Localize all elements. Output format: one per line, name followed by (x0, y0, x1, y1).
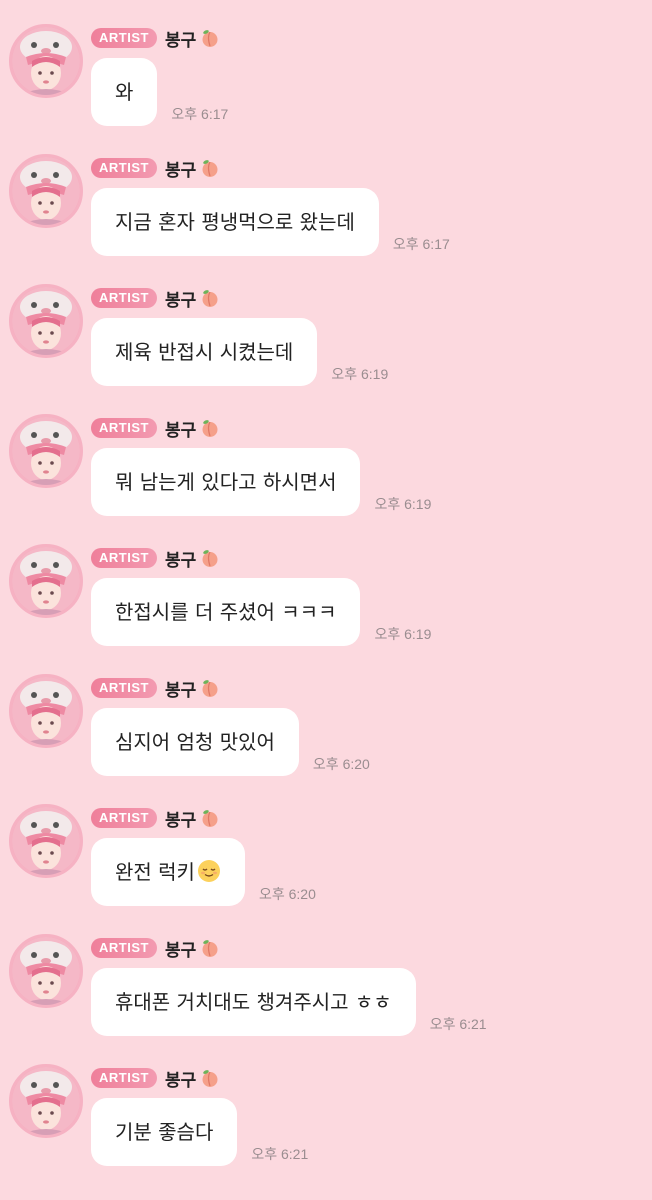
peach-icon (202, 810, 218, 827)
chat-message: ARTIST 봉구 뭐 남는게 있다고 하시면서 오후 6:19 (0, 390, 652, 520)
message-time: 오후 6:21 (251, 1146, 309, 1162)
artist-badge: ARTIST (91, 418, 157, 438)
message-header: ARTIST 봉구 (91, 676, 220, 701)
avatar-illustration-icon (12, 417, 80, 485)
message-header: ARTIST 봉구 (91, 26, 220, 51)
message-header: ARTIST 봉구 (91, 1066, 220, 1091)
message-bubble[interactable]: 지금 혼자 평냉먹으로 왔는데 (91, 188, 379, 256)
sender-name: 봉구 (164, 550, 197, 571)
chat-message: ARTIST 봉구 기분 좋슴다 오후 6:21 (0, 1040, 652, 1170)
sender-name: 봉구 (164, 680, 197, 701)
avatar-illustration-icon (12, 547, 80, 615)
sender-name: 봉구 (164, 160, 197, 181)
peach-icon (202, 550, 218, 567)
peach-icon (202, 30, 218, 47)
message-time: 오후 6:19 (374, 496, 432, 512)
message-row: 기분 좋슴다 오후 6:21 (91, 1098, 308, 1166)
sender-name: 봉구 (164, 290, 197, 311)
message-header: ARTIST 봉구 (91, 416, 220, 441)
message-bubble[interactable]: 제육 반접시 시켰는데 (91, 318, 318, 386)
avatar-illustration-icon (12, 27, 80, 95)
avatar-illustration-icon (12, 157, 80, 225)
message-bubble[interactable]: 한접시를 더 주셨어 ㅋㅋㅋ (91, 578, 361, 646)
peach-icon (202, 940, 218, 957)
avatar[interactable] (9, 544, 83, 618)
message-time: 오후 6:17 (171, 106, 229, 122)
message-header: ARTIST 봉구 (91, 286, 220, 311)
chat-message-list[interactable]: ARTIST 봉구 와 오후 6:17 ARTIST 봉구 지금 혼자 평냉먹으… (0, 0, 652, 1200)
avatar-illustration-icon (12, 1067, 80, 1135)
chat-message: ARTIST 봉구 제육 반접시 시켰는데 오후 6:19 (0, 260, 652, 390)
avatar[interactable] (9, 1064, 83, 1138)
avatar[interactable] (9, 804, 83, 878)
relieved-face-icon (197, 860, 220, 882)
message-bubble[interactable]: 와 (91, 58, 158, 126)
peach-icon (202, 160, 218, 177)
sender-name: 봉구 (164, 1070, 197, 1091)
artist-badge: ARTIST (91, 678, 157, 698)
message-row: 완전 럭키 오후 6:20 (91, 838, 316, 906)
peach-icon (202, 680, 218, 697)
message-header: ARTIST 봉구 (91, 806, 220, 831)
message-time: 오후 6:20 (258, 886, 316, 902)
avatar[interactable] (9, 934, 83, 1008)
avatar-illustration-icon (12, 807, 80, 875)
sender-name: 봉구 (164, 420, 197, 441)
message-row: 와 오후 6:17 (91, 58, 228, 126)
message-time: 오후 6:17 (392, 236, 450, 252)
message-time: 오후 6:19 (331, 366, 389, 382)
artist-badge: ARTIST (91, 938, 157, 958)
message-row: 심지어 엄청 맛있어 오후 6:20 (91, 708, 370, 776)
chat-message: ARTIST 봉구 완전 럭키 오후 6:20 (0, 780, 652, 910)
message-row: 제육 반접시 시켰는데 오후 6:19 (91, 318, 388, 386)
chat-message: ARTIST 봉구 휴대폰 거치대도 챙겨주시고 ㅎㅎ 오후 6:21 (0, 910, 652, 1040)
message-bubble[interactable]: 완전 럭키 (91, 838, 245, 906)
message-bubble[interactable]: 심지어 엄청 맛있어 (91, 708, 299, 776)
message-bubble[interactable]: 뭐 남는게 있다고 하시면서 (91, 448, 361, 516)
avatar-illustration-icon (12, 287, 80, 355)
sender-name: 봉구 (164, 940, 197, 961)
sender-name: 봉구 (164, 810, 197, 831)
artist-badge: ARTIST (91, 288, 157, 308)
avatar-illustration-icon (12, 677, 80, 745)
artist-badge: ARTIST (91, 28, 157, 48)
artist-badge: ARTIST (91, 158, 157, 178)
sender-name: 봉구 (164, 30, 197, 51)
message-row: 뭐 남는게 있다고 하시면서 오후 6:19 (91, 448, 431, 516)
message-row: 휴대폰 거치대도 챙겨주시고 ㅎㅎ 오후 6:21 (91, 968, 487, 1036)
message-time: 오후 6:21 (429, 1016, 487, 1032)
artist-badge: ARTIST (91, 548, 157, 568)
chat-message: ARTIST 봉구 한접시를 더 주셨어 ㅋㅋㅋ 오후 6:19 (0, 520, 652, 650)
message-bubble[interactable]: 기분 좋슴다 (91, 1098, 238, 1166)
message-time: 오후 6:19 (374, 626, 432, 642)
message-header: ARTIST 봉구 (91, 936, 220, 961)
chat-message: ARTIST 봉구 심지어 엄청 맛있어 오후 6:20 (0, 650, 652, 780)
message-text: 완전 럭키 (115, 860, 195, 884)
message-time: 오후 6:20 (312, 756, 370, 772)
peach-icon (202, 1070, 218, 1087)
message-header: ARTIST 봉구 (91, 156, 220, 181)
message-row: 한접시를 더 주셨어 ㅋㅋㅋ 오후 6:19 (91, 578, 431, 646)
message-header: ARTIST 봉구 (91, 546, 220, 571)
chat-message: ARTIST 봉구 와 오후 6:17 (0, 0, 652, 130)
avatar[interactable] (9, 284, 83, 358)
peach-icon (202, 420, 218, 437)
avatar[interactable] (9, 154, 83, 228)
artist-badge: ARTIST (91, 808, 157, 828)
avatar[interactable] (9, 414, 83, 488)
avatar[interactable] (9, 24, 83, 98)
avatar[interactable] (9, 674, 83, 748)
chat-message: ARTIST 봉구 지금 혼자 평냉먹으로 왔는데 오후 6:17 (0, 130, 652, 260)
peach-icon (202, 290, 218, 307)
avatar-illustration-icon (12, 937, 80, 1005)
message-row: 지금 혼자 평냉먹으로 왔는데 오후 6:17 (91, 188, 450, 256)
message-bubble[interactable]: 휴대폰 거치대도 챙겨주시고 ㅎㅎ (91, 968, 416, 1036)
artist-badge: ARTIST (91, 1068, 157, 1088)
